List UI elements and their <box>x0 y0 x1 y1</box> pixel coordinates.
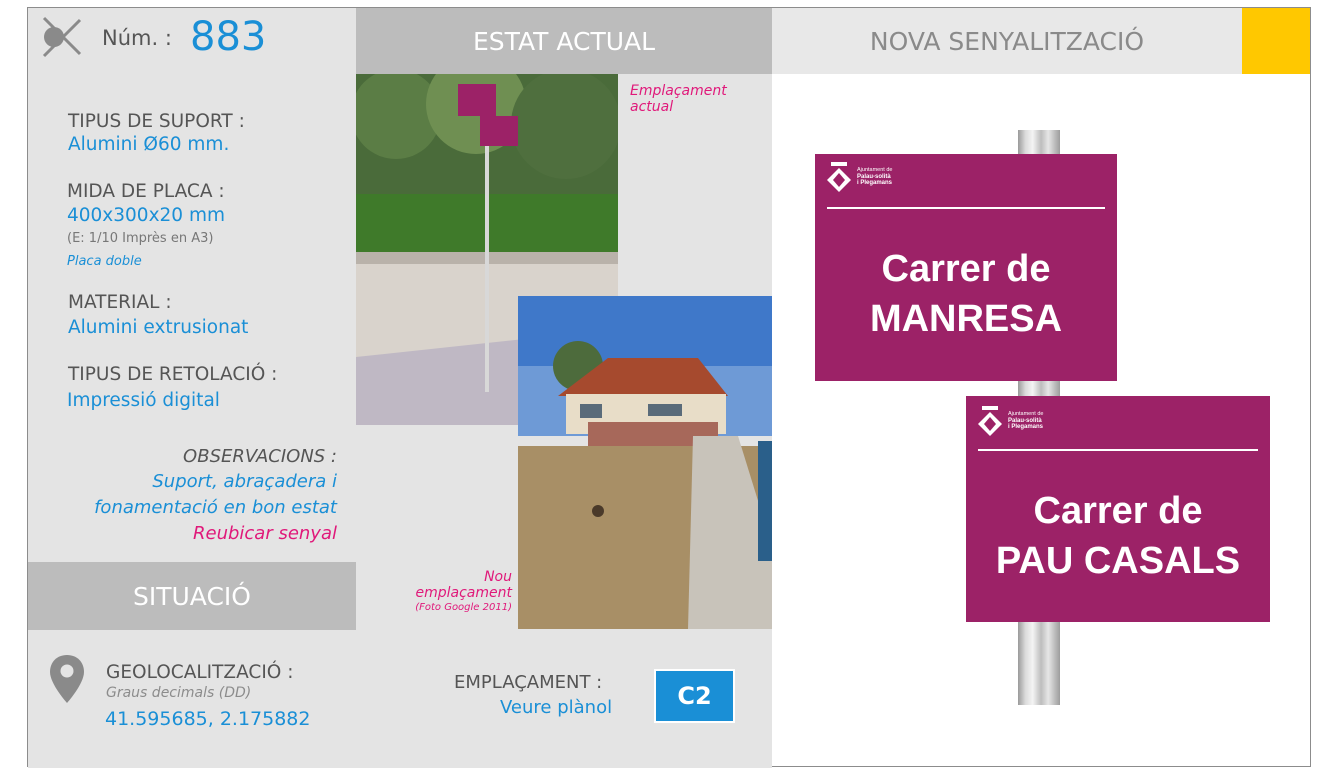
material-label: MATERIAL : <box>68 292 172 313</box>
arrow-marker-icon <box>42 16 82 58</box>
municipal-logo: Ajuntament de Palau-solità i Plegamans <box>827 162 892 192</box>
number-label: Núm. : <box>102 26 172 50</box>
support-type-value: Alumini Ø60 mm. <box>68 134 230 155</box>
sign-line-2: PAU CASALS <box>995 540 1241 582</box>
number-value: 883 <box>190 14 267 60</box>
material-value: Alumini extrusionat <box>68 317 249 338</box>
street-sign-manresa: Ajuntament de Palau-solità i Plegamans C… <box>815 154 1117 381</box>
observations-line-1: Suport, abraçadera i <box>152 471 337 492</box>
sign-line-2: MANRESA <box>869 298 1063 340</box>
municipal-logo: Ajuntament de Palau-solità i Plegamans <box>978 406 1043 436</box>
geolocation-label: GEOLOCALITZACIÓ : <box>106 662 294 683</box>
sign-line-1: Carrer de <box>881 248 1051 290</box>
street-sign-pau-casals: Ajuntament de Palau-solità i Plegamans C… <box>966 396 1270 622</box>
header-accent-block <box>1242 8 1310 74</box>
situation-header: SITUACIÓ <box>28 562 356 630</box>
map-pin-icon <box>50 655 84 703</box>
lettering-value: Impressió digital <box>67 390 220 411</box>
municipal-crest-icon <box>827 162 851 192</box>
placement-code-badge: C2 <box>656 671 733 721</box>
plate-size-label: MIDA DE PLACA : <box>67 181 225 202</box>
new-photo-caption: Nou emplaçament (Foto Google 2011) <box>415 569 512 613</box>
plate-size-type: Placa doble <box>67 254 142 269</box>
support-type-label: TIPUS DE SUPORT : <box>68 111 245 132</box>
current-photo-caption: Emplaçament actual <box>630 83 727 115</box>
observations-line-2: fonamentació en bon estat <box>94 497 337 518</box>
observations-label: OBSERVACIONS : <box>183 446 337 467</box>
lettering-label: TIPUS DE RETOLACIÓ : <box>68 364 278 385</box>
geolocation-value: 41.595685, 2.175882 <box>105 708 311 730</box>
plate-size-value: 400x300x20 mm <box>67 205 225 226</box>
observations-line-3: Reubicar senyal <box>192 523 337 544</box>
new-location-photo <box>518 296 772 629</box>
geolocation-format: Graus decimals (DD) <box>106 685 252 701</box>
new-signage-header: NOVA SENYALITZACIÓ <box>772 8 1242 74</box>
municipal-crest-icon <box>978 406 1002 436</box>
plate-size-scale: (E: 1/10 Imprès en A3) <box>67 231 214 246</box>
sign-line-1: Carrer de <box>1033 490 1203 532</box>
placement-map-link[interactable]: Veure plànol <box>500 697 612 718</box>
placement-label: EMPLAÇAMENT : <box>454 672 603 693</box>
current-state-header: ESTAT ACTUAL <box>356 8 772 74</box>
